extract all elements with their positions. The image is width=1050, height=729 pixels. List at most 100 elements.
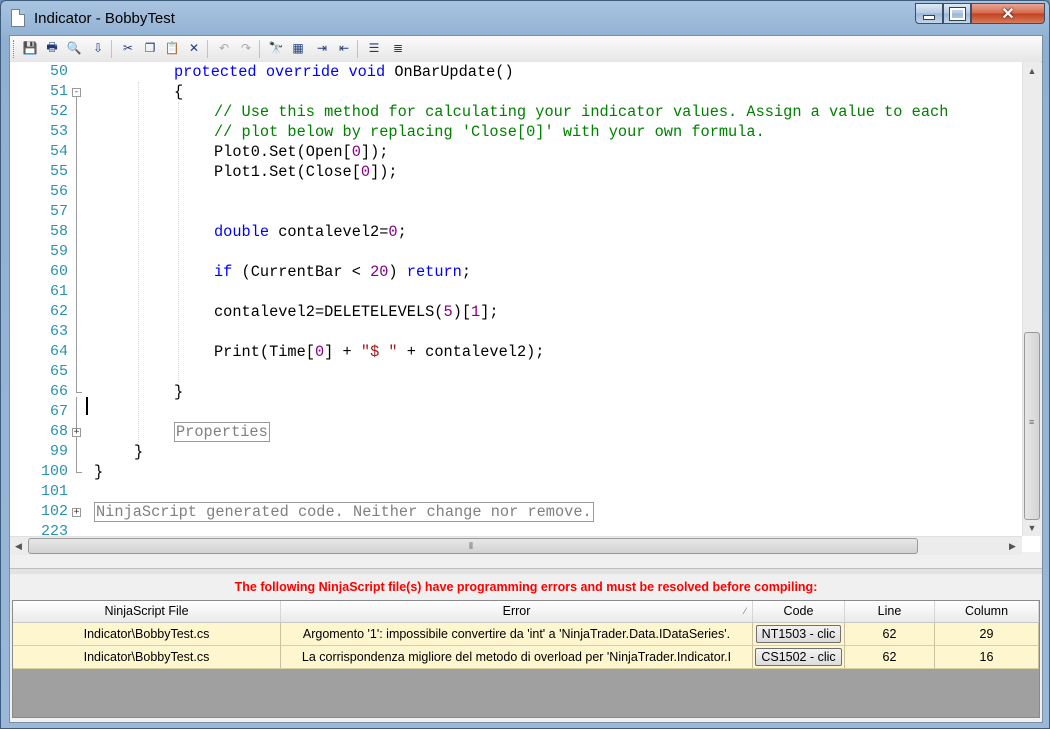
error-code-cell: CS1502 - clic: [753, 646, 845, 668]
comment-icon[interactable]: ☰: [366, 40, 382, 56]
window-title: Indicator - BobbyTest: [34, 10, 175, 27]
delete-icon[interactable]: ✕: [186, 40, 202, 56]
code-line[interactable]: // plot below by replacing 'Close[0]' wi…: [86, 122, 1050, 142]
grip-icon: ⦀: [469, 541, 473, 551]
line-number: 61: [49, 283, 68, 300]
collapsed-region[interactable]: Properties: [174, 422, 270, 442]
copy-icon[interactable]: ❐: [142, 40, 158, 56]
print-preview-icon[interactable]: 🔍: [66, 40, 82, 56]
scroll-down-icon[interactable]: ▼: [1023, 519, 1041, 536]
replace-icon[interactable]: ▦: [290, 40, 306, 56]
collapsed-region[interactable]: NinjaScript generated code. Neither chan…: [94, 502, 594, 522]
line-number: 54: [49, 143, 68, 160]
paste-icon[interactable]: 📋: [164, 40, 180, 56]
code-comment: // Use this method for calculating your …: [214, 103, 949, 121]
code-line[interactable]: [86, 362, 1050, 382]
line-number: 58: [49, 223, 68, 240]
code-line[interactable]: [86, 242, 1050, 262]
scroll-up-icon[interactable]: ▲: [1023, 62, 1041, 79]
undo-icon[interactable]: ↶: [216, 40, 232, 56]
line-number-gutter: 50 51 52 53 54 55 56 57 58 59 60 61 62 63 64 65 66 67 68 99…: [10, 62, 70, 552]
table-row[interactable]: Indicator\BobbyTest.cs La corrispondenza…: [13, 646, 1039, 669]
error-description: La corrispondenza migliore del metodo di…: [281, 646, 753, 668]
line-number: 101: [40, 483, 68, 500]
error-file: Indicator\BobbyTest.cs: [13, 623, 281, 645]
error-grid-header: NinjaScript File Error ⁄ Code Line Column: [13, 601, 1039, 623]
code-editor[interactable]: 50 51 52 53 54 55 56 57 58 59 60 61 62 63 64 65 66 67 68 99…: [10, 62, 1041, 555]
indent-guide: [178, 102, 179, 382]
maximize-button[interactable]: [943, 3, 971, 24]
code-line[interactable]: Plot0.Set(Open[0]);: [86, 142, 1050, 162]
line-number: 55: [49, 163, 68, 180]
uncomment-icon[interactable]: ≣: [390, 40, 406, 56]
code-line[interactable]: }: [86, 442, 1050, 462]
minimize-icon: [923, 15, 935, 20]
title-bar[interactable]: Indicator - BobbyTest ✕: [1, 1, 1049, 35]
code-line[interactable]: double contalevel2=0;: [86, 222, 1050, 242]
line-number: 62: [49, 303, 68, 320]
print-icon[interactable]: 🖶: [44, 40, 60, 56]
expand-icon[interactable]: +: [72, 508, 81, 517]
error-description: Argomento '1': impossibile convertire da…: [281, 623, 753, 645]
line-number: 68: [49, 423, 68, 440]
cut-icon[interactable]: ✂: [120, 40, 136, 56]
code-line[interactable]: {: [86, 82, 1050, 102]
error-line: 62: [845, 646, 935, 668]
collapse-icon[interactable]: -: [72, 88, 81, 97]
vertical-scrollbar[interactable]: ▲ ≡ ▼: [1022, 62, 1041, 536]
find-icon[interactable]: 🔭: [268, 40, 284, 56]
export-icon[interactable]: ⇩: [90, 40, 106, 56]
code-line[interactable]: Properties: [86, 422, 1050, 442]
horizontal-scrollbar[interactable]: ◀ ⦀ ▶: [10, 536, 1022, 555]
code-line[interactable]: [86, 482, 1034, 502]
code-line[interactable]: Plot1.Set(Close[0]);: [86, 162, 1050, 182]
error-code-button[interactable]: CS1502 - clic: [755, 648, 842, 666]
redo-icon[interactable]: ↷: [238, 40, 254, 56]
column-header-line[interactable]: Line: [845, 601, 935, 622]
error-code-button[interactable]: NT1503 - clic: [755, 625, 842, 643]
code-line[interactable]: [86, 402, 1034, 422]
line-number: 100: [40, 463, 68, 480]
line-number: 53: [49, 123, 68, 140]
error-panel: The following NinjaScript file(s) have p…: [10, 574, 1042, 722]
text-caret: [86, 397, 88, 415]
table-row[interactable]: Indicator\BobbyTest.cs Argomento '1': im…: [13, 623, 1039, 646]
code-line[interactable]: [86, 182, 1050, 202]
column-header-column[interactable]: Column: [935, 601, 1039, 622]
expand-icon[interactable]: +: [72, 428, 81, 437]
code-line[interactable]: if (CurrentBar < 20) return;: [86, 262, 1050, 282]
column-header-code[interactable]: Code: [753, 601, 845, 622]
toolbar: 💾 🖶 🔍 ⇩ ✂ ❐ 📋 ✕ ↶ ↷ 🔭 ▦ ⇥ ⇤ ☰ ≣: [10, 36, 1042, 63]
save-icon[interactable]: 💾: [22, 40, 38, 56]
code-line[interactable]: [86, 202, 1050, 222]
document-icon: [11, 9, 25, 27]
code-line[interactable]: NinjaScript generated code. Neither chan…: [86, 502, 1034, 522]
column-header-file[interactable]: NinjaScript File: [13, 601, 281, 622]
column-header-error-label: Error: [502, 604, 531, 618]
line-number: 60: [49, 263, 68, 280]
scroll-left-icon[interactable]: ◀: [10, 537, 27, 555]
code-line[interactable]: // Use this method for calculating your …: [86, 102, 1050, 122]
code-line[interactable]: }: [86, 382, 1050, 402]
indent-guide: [138, 82, 139, 442]
horizontal-scroll-thumb[interactable]: ⦀: [28, 538, 918, 554]
indent-icon[interactable]: ⇥: [314, 40, 330, 56]
line-number: 66: [49, 383, 68, 400]
minimize-button[interactable]: [915, 3, 943, 24]
error-grid: NinjaScript File Error ⁄ Code Line Column…: [12, 600, 1040, 718]
vertical-scroll-thumb[interactable]: ≡: [1024, 332, 1040, 520]
column-header-error[interactable]: Error ⁄: [281, 601, 753, 622]
close-button[interactable]: ✕: [971, 3, 1045, 24]
line-number: 52: [49, 103, 68, 120]
code-line[interactable]: [86, 282, 1050, 302]
code-line[interactable]: Print(Time[0] + "$ " + contalevel2);: [86, 342, 1050, 362]
code-line[interactable]: }: [86, 462, 1034, 482]
scroll-right-icon[interactable]: ▶: [1004, 537, 1021, 555]
fold-guide-end: [76, 392, 82, 393]
code-line[interactable]: [86, 322, 1050, 342]
outdent-icon[interactable]: ⇤: [336, 40, 352, 56]
toolbar-grip[interactable]: [13, 40, 17, 58]
close-icon: ✕: [1001, 5, 1015, 23]
code-line[interactable]: contalevel2=DELETELEVELS(5)[1];: [86, 302, 1050, 322]
code-line[interactable]: protected override void OnBarUpdate(): [86, 62, 1050, 82]
